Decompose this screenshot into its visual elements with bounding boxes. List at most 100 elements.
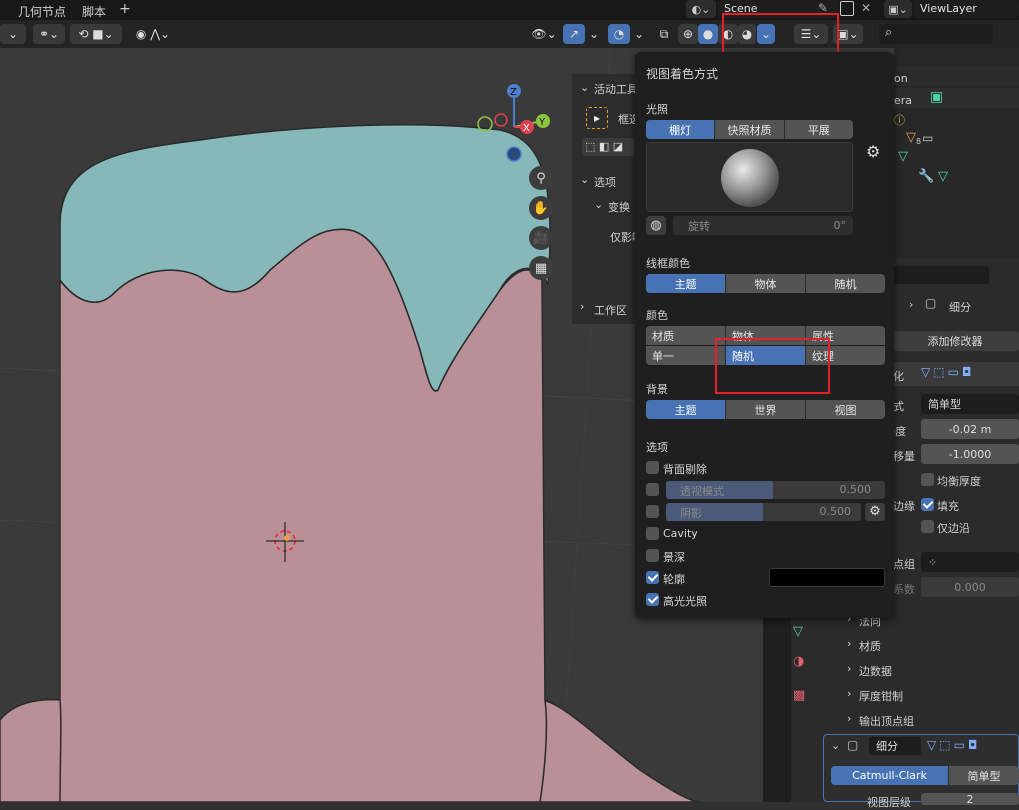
options-header[interactable]: 选项	[594, 174, 616, 190]
transform-header[interactable]: 变换	[608, 199, 630, 215]
output-vgroup-chevron[interactable]: ›	[847, 712, 851, 725]
edge-data-panel[interactable]: 边数据	[859, 663, 892, 679]
materials-chevron[interactable]: ›	[847, 637, 851, 650]
workspace-chevron[interactable]: ›	[580, 300, 584, 313]
ortho-grid-icon[interactable]: ▦	[529, 256, 553, 280]
modifier-wrench-icon[interactable]: 🔧	[918, 169, 934, 184]
outline-color-swatch[interactable]	[769, 568, 885, 587]
workspace-header[interactable]: 工作区	[594, 302, 627, 318]
thickness-clamp-panel[interactable]: 厚度钳制	[859, 688, 903, 704]
visibility-icon[interactable]: 👁⌄	[528, 24, 560, 44]
shadow-slider[interactable]: 阴影 0.500	[666, 503, 861, 521]
scene-icon[interactable]: ◐⌄	[686, 0, 716, 18]
navigation-gizmo[interactable]: Z Y X	[470, 80, 550, 165]
rotate-field[interactable]: 旋转 0°	[673, 216, 853, 235]
add-workspace-button[interactable]: +	[119, 1, 131, 17]
transform-chevron[interactable]: ⌄	[594, 198, 603, 211]
color-single[interactable]: 单一	[646, 346, 726, 365]
cavity-checkbox[interactable]	[646, 527, 659, 540]
gizmo-dropdown[interactable]: ⌄	[586, 24, 602, 44]
material-tab-icon[interactable]: ◑	[793, 654, 804, 669]
xray-checkbox[interactable]	[646, 483, 659, 496]
settings-gear-icon[interactable]: ⚙	[866, 142, 880, 161]
edge-data-chevron[interactable]: ›	[847, 662, 851, 675]
texture-tab-icon[interactable]: ▩	[793, 688, 805, 703]
lighting-studio-option[interactable]: 棚灯	[646, 120, 716, 139]
viewlayer-selector[interactable]: ViewLayer	[914, 0, 1019, 18]
simple-option[interactable]: 简单型	[949, 766, 1019, 785]
vertex-group-icon[interactable]: ▽	[938, 169, 948, 184]
close-icon[interactable]: ✕	[861, 1, 871, 15]
outline-checkbox[interactable]	[646, 571, 659, 584]
background-viewport[interactable]: 视图	[806, 400, 885, 419]
tab-scripting[interactable]: 脚本	[82, 3, 106, 20]
gizmo-icon[interactable]: ↗	[563, 24, 585, 44]
clamp-chevron[interactable]: ›	[847, 687, 851, 700]
collection-icon[interactable]: ▭	[922, 131, 933, 145]
zoom-icon[interactable]: ⚲	[529, 166, 553, 190]
thickness-field[interactable]: -0.02 m	[921, 419, 1019, 439]
lighting-flat-option[interactable]: 平展	[785, 120, 853, 139]
shadow-settings-gear-icon[interactable]: ⚙	[865, 503, 885, 521]
select-box-tool-icon[interactable]: ▸	[586, 107, 608, 129]
color-material[interactable]: 材质	[646, 326, 726, 345]
add-modifier-button[interactable]: 添加修改器	[891, 331, 1019, 351]
mode-dropdown[interactable]: 简单型	[921, 394, 1019, 414]
expand-chevron[interactable]: ›	[909, 298, 913, 311]
camera-icon[interactable]: 🎥	[529, 226, 553, 250]
overlay-icon[interactable]: ◔	[608, 24, 630, 44]
proportional-edit-icon[interactable]: ◉ ⋀⌄	[128, 24, 178, 44]
rim-only-checkbox[interactable]	[921, 520, 934, 533]
subsurf-toggle-icons[interactable]: ▽⬚▭◘	[927, 738, 1017, 756]
background-world[interactable]: 世界	[726, 400, 806, 419]
shadow-checkbox[interactable]	[646, 505, 659, 518]
new-scene-icon[interactable]	[840, 1, 854, 16]
fill-rim-checkbox[interactable]	[921, 498, 934, 511]
search-input[interactable]: ⌕	[879, 24, 993, 44]
properties-search[interactable]	[889, 266, 989, 284]
offset-field[interactable]: -1.0000	[921, 444, 1019, 464]
data-tab-icon[interactable]: ▽	[793, 624, 803, 639]
viewlayer-icon[interactable]: ▣⌄	[884, 0, 912, 18]
even-thickness-checkbox[interactable]	[921, 473, 934, 486]
subsurf-chevron[interactable]: ⌄	[831, 739, 840, 752]
wire-color-random[interactable]: 随机	[806, 274, 885, 293]
viewport-levels-field[interactable]: 2	[921, 793, 1019, 806]
vertex-group-field[interactable]: ⁘	[921, 552, 1019, 572]
wire-color-object[interactable]: 物体	[726, 274, 806, 293]
outliner-row[interactable]	[894, 88, 1019, 108]
active-tool-chevron[interactable]: ⌄	[580, 81, 589, 94]
options-chevron[interactable]: ⌄	[580, 173, 589, 186]
pivot-icon[interactable]: ⚭⌄	[33, 24, 65, 44]
xray-toggle-icon[interactable]: ⧉	[654, 24, 674, 44]
active-tool-header[interactable]: 活动工具	[594, 81, 638, 97]
background-theme[interactable]: 主题	[646, 400, 726, 419]
outliner-row[interactable]	[894, 66, 1019, 86]
dof-checkbox[interactable]	[646, 549, 659, 562]
materials-panel[interactable]: 材质	[859, 638, 881, 654]
light-icon[interactable]: ⓘ	[894, 112, 905, 128]
camera-data-icon[interactable]: ▣	[930, 89, 943, 105]
wire-color-theme[interactable]: 主题	[646, 274, 726, 293]
select-mode-icons[interactable]: ⬚ ◧ ◪	[582, 138, 634, 156]
mesh-data-icon[interactable]: ▽	[898, 149, 908, 164]
overlay-dropdown[interactable]: ⌄	[631, 24, 647, 44]
subsurf-name-field[interactable]: 细分	[869, 737, 921, 755]
factor-field[interactable]: 0.000	[921, 577, 1019, 597]
solid-shading-icon[interactable]: ●	[698, 24, 718, 44]
wireframe-shading-icon[interactable]: ⊕	[678, 24, 698, 44]
mesh-icon[interactable]: ▽	[906, 130, 916, 145]
tab-geometry-nodes[interactable]: 几何节点	[18, 3, 66, 20]
specular-checkbox[interactable]	[646, 593, 659, 606]
dropdown-left[interactable]: ⌄	[0, 24, 26, 44]
output-vgroups-panel[interactable]: 输出顶点组	[859, 713, 914, 729]
modifier-toggle-icons[interactable]: ▽⬚▭◘	[921, 365, 1007, 383]
catmull-clark-option[interactable]: Catmull-Clark	[831, 766, 949, 785]
studio-light-preview[interactable]	[646, 142, 853, 212]
lighting-matcap-option[interactable]: 快照材质	[715, 120, 785, 139]
backface-culling-checkbox[interactable]	[646, 461, 659, 474]
xray-slider[interactable]: 透视模式 0.500	[666, 481, 885, 499]
world-space-lighting-icon[interactable]: ◍	[646, 216, 666, 235]
snap-icon[interactable]: ⟲ ■⌄	[70, 24, 122, 44]
pan-hand-icon[interactable]: ✋	[529, 196, 553, 220]
